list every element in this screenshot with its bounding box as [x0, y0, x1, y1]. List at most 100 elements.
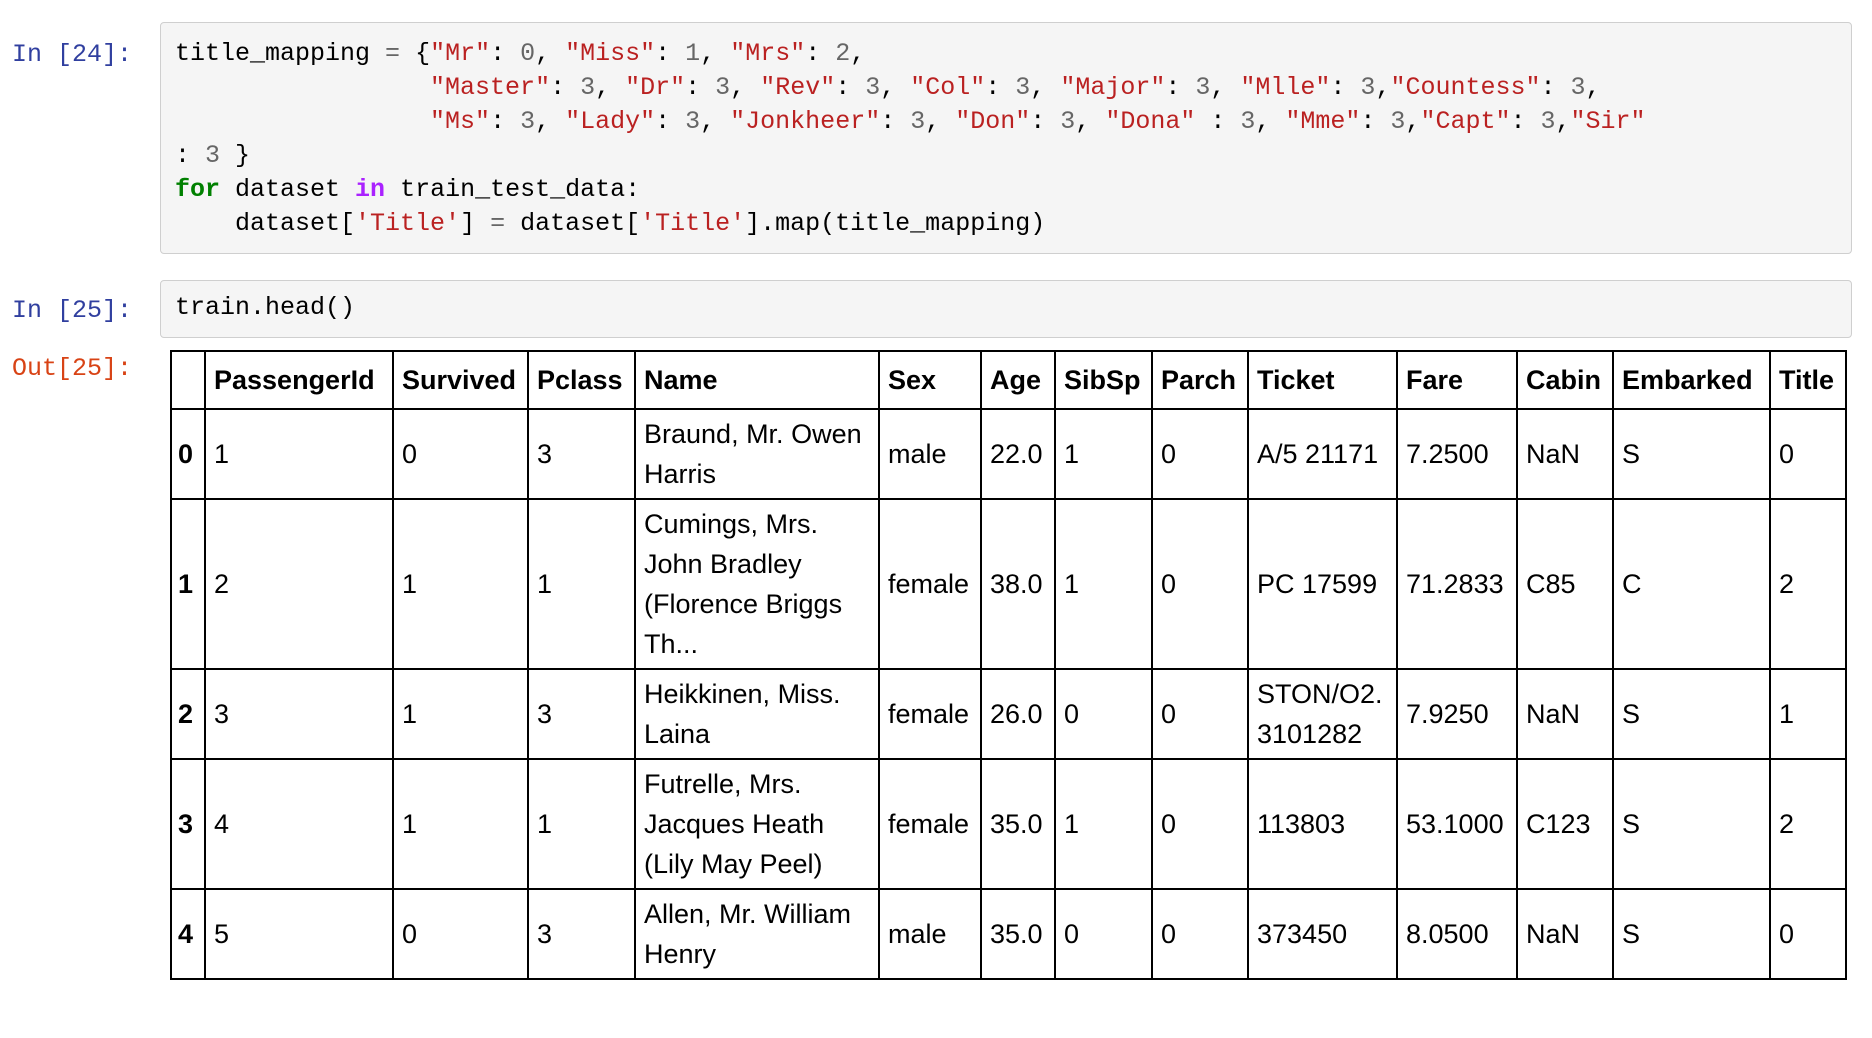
column-header: Fare: [1396, 350, 1518, 410]
code-token: ,: [1210, 73, 1241, 102]
table-cell: 35.0: [980, 758, 1056, 890]
table-cell: 3: [527, 888, 636, 980]
code-token: "Dr": [625, 73, 686, 102]
table-cell: 0: [392, 408, 529, 500]
code-editor[interactable]: train.head(): [175, 291, 1837, 325]
code-token: "Dona": [1105, 107, 1196, 136]
code-token: :: [805, 39, 836, 68]
table-cell: S: [1612, 408, 1771, 500]
code-token: "Col": [910, 73, 986, 102]
table-cell: 4: [204, 758, 394, 890]
code-line: train.head(): [175, 291, 1837, 325]
code-token: ]: [460, 209, 491, 238]
code-token: "Mrs": [730, 39, 806, 68]
code-token: :: [985, 73, 1016, 102]
table-cell: 35.0: [980, 888, 1056, 980]
code-token: ,: [1555, 107, 1571, 136]
table-cell: 0: [1151, 408, 1249, 500]
table-cell: 0: [1151, 498, 1249, 670]
table-cell: PC 17599: [1247, 498, 1398, 670]
code-token: {: [400, 39, 431, 68]
table-row: 4 5 0 3 Allen, Mr. William Henry male 35.0 0 0 37…: [170, 888, 1847, 980]
code-cell-25[interactable]: train.head(): [160, 280, 1852, 338]
code-token: =: [490, 209, 506, 238]
table-cell: 2: [1769, 498, 1847, 670]
table-cell: A/5 21171: [1247, 408, 1398, 500]
table-cell: 7.2500: [1396, 408, 1518, 500]
code-token: dataset[: [505, 209, 641, 238]
row-index: 2: [170, 668, 206, 760]
column-header: Ticket: [1247, 350, 1398, 410]
table-cell: 71.2833: [1396, 498, 1518, 670]
table-row: 3 4 1 1 Futrelle, Mrs. Jacques Heath (Lily M…: [170, 758, 1847, 890]
table-cell: 113803: [1247, 758, 1398, 890]
code-token: 3: [910, 107, 926, 136]
code-cell-24[interactable]: title_mapping = {"Mr": 0, "Miss": 1, "Mr…: [160, 22, 1852, 254]
code-token: 1: [685, 39, 701, 68]
code-token: "Don": [955, 107, 1031, 136]
table-cell: 53.1000: [1396, 758, 1518, 890]
dataframe-table: PassengerId Survived Pclass Name Sex Age SibSp…: [170, 350, 1847, 980]
code-token: =: [385, 39, 401, 68]
code-token: :: [835, 73, 866, 102]
table-cell: 1: [392, 758, 529, 890]
table-cell: 22.0: [980, 408, 1056, 500]
table-cell: 0: [1151, 758, 1249, 890]
code-token: "Miss": [565, 39, 656, 68]
cell-prompt-in-24: In [24]:: [12, 40, 133, 69]
code-token: 3: [1360, 73, 1376, 102]
table-cell: Cumings, Mrs. John Bradley (Florence Bri…: [634, 498, 880, 670]
table-cell: 3: [527, 668, 636, 760]
table-cell: Futrelle, Mrs. Jacques Heath (Lily May P…: [634, 758, 880, 890]
table-cell: 2: [204, 498, 394, 670]
column-header: Sex: [878, 350, 982, 410]
table-cell: 1: [527, 758, 636, 890]
code-token: :: [1030, 107, 1061, 136]
code-token: :: [655, 107, 686, 136]
code-editor[interactable]: title_mapping = {"Mr": 0, "Miss": 1, "Mr…: [175, 37, 1837, 241]
code-token: "Mlle": [1240, 73, 1331, 102]
code-token: 3: [685, 107, 701, 136]
code-token: ,: [535, 107, 566, 136]
table-header: PassengerId Survived Pclass Name Sex Age SibSp…: [170, 350, 1847, 410]
code-token: ,: [1585, 73, 1601, 102]
cell-prompt-in-25: In [25]:: [12, 296, 133, 325]
code-token: 0: [520, 39, 536, 68]
table-cell: 1: [392, 498, 529, 670]
table-cell: Heikkinen, Miss. Laina: [634, 668, 880, 760]
code-token: ].map(title_mapping): [745, 209, 1046, 238]
code-line: title_mapping = {"Mr": 0, "Miss": 1, "Mr…: [175, 37, 1837, 71]
code-line: "Master": 3, "Dr": 3, "Rev": 3, "Col": 3…: [175, 71, 1837, 105]
code-token: "Rev": [760, 73, 836, 102]
table-cell: C85: [1516, 498, 1614, 670]
code-token: :: [490, 39, 521, 68]
table-body: 0 1 0 3 Braund, Mr. Owen Harris male 22.0 1 0 A/5…: [170, 408, 1847, 980]
table-cell: female: [878, 668, 982, 760]
column-header: Survived: [392, 350, 529, 410]
code-token: ,: [730, 73, 761, 102]
table-cell: 26.0: [980, 668, 1056, 760]
table-cell: C123: [1516, 758, 1614, 890]
table-cell: female: [878, 498, 982, 670]
table-cell: 0: [1151, 888, 1249, 980]
code-token: "Lady": [565, 107, 656, 136]
code-token: train.head(): [175, 293, 356, 322]
code-token: :: [685, 73, 716, 102]
table-row: 1 2 1 1 Cumings, Mrs. John Bradley (Florence…: [170, 498, 1847, 670]
code-token: ,: [880, 73, 911, 102]
code-line: for dataset in train_test_data:: [175, 173, 1837, 207]
code-token: 3: [1060, 107, 1076, 136]
code-token: dataset[: [175, 209, 356, 238]
code-token: :: [490, 107, 521, 136]
code-token: 3: [1540, 107, 1556, 136]
row-index: 1: [170, 498, 206, 670]
code-line: : 3 }: [175, 139, 1837, 173]
table-cell: STON/O2. 3101282: [1247, 668, 1398, 760]
column-header: SibSp: [1054, 350, 1153, 410]
code-token: :: [880, 107, 911, 136]
table-cell: 0: [1769, 408, 1847, 500]
table-cell: S: [1612, 888, 1771, 980]
row-index: 4: [170, 888, 206, 980]
header-row: PassengerId Survived Pclass Name Sex Age SibSp…: [170, 350, 1847, 410]
table-cell: male: [878, 408, 982, 500]
